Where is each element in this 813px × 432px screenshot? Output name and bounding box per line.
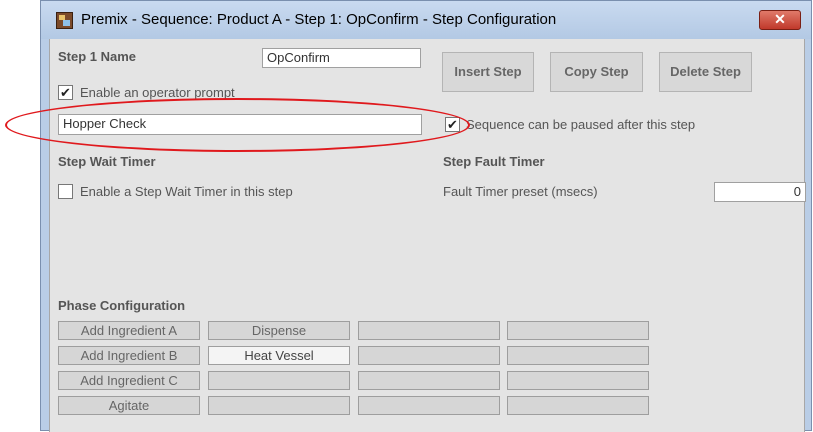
phase-cell[interactable]	[358, 321, 500, 340]
checkmark-icon: ✔	[60, 85, 71, 100]
phase-cell-selected[interactable]: Heat Vessel	[208, 346, 350, 365]
phase-cell[interactable]	[358, 371, 500, 390]
phase-configuration-heading: Phase Configuration	[58, 298, 186, 313]
delete-step-button[interactable]: Delete Step	[659, 52, 752, 92]
checkmark-icon: ✔	[447, 117, 458, 132]
operator-prompt-field[interactable]: Hopper Check	[58, 114, 422, 135]
sequence-pause-label: Sequence can be paused after this step	[466, 117, 696, 132]
fault-timer-preset-field[interactable]: 0	[714, 182, 806, 202]
enable-operator-prompt-checkbox[interactable]: ✔	[58, 85, 73, 100]
dialog-body: Step 1 Name OpConfirm ✔ Enable an operat…	[49, 39, 806, 432]
window-title: Premix - Sequence: Product A - Step 1: O…	[81, 11, 557, 28]
enable-operator-prompt-label: Enable an operator prompt	[80, 85, 235, 100]
enable-step-wait-timer-label: Enable a Step Wait Timer in this step	[80, 184, 293, 199]
phase-cell[interactable]: Agitate	[58, 396, 200, 415]
step-wait-timer-heading: Step Wait Timer	[58, 154, 156, 169]
enable-step-wait-timer-checkbox[interactable]	[58, 184, 73, 199]
phase-cell[interactable]: Add Ingredient A	[58, 321, 200, 340]
phase-cell[interactable]: Dispense	[208, 321, 350, 340]
phase-cell[interactable]	[208, 371, 350, 390]
fault-timer-preset-label: Fault Timer preset (msecs)	[443, 184, 598, 199]
phase-cell[interactable]	[208, 396, 350, 415]
phase-cell[interactable]	[358, 396, 500, 415]
step-name-field[interactable]: OpConfirm	[262, 48, 421, 68]
phase-cell[interactable]	[507, 346, 649, 365]
step-fault-timer-heading: Step Fault Timer	[443, 154, 545, 169]
insert-step-button[interactable]: Insert Step	[442, 52, 534, 92]
step-configuration-window: Premix - Sequence: Product A - Step 1: O…	[40, 0, 812, 432]
phase-cell[interactable]	[507, 371, 649, 390]
app-icon	[56, 12, 73, 29]
copy-step-button[interactable]: Copy Step	[550, 52, 643, 92]
phase-cell[interactable]	[358, 346, 500, 365]
phase-cell[interactable]	[507, 396, 649, 415]
sequence-pause-checkbox[interactable]: ✔	[445, 117, 460, 132]
phase-cell[interactable]: Add Ingredient C	[58, 371, 200, 390]
step-name-label: Step 1 Name	[58, 49, 137, 64]
phase-cell[interactable]	[507, 321, 649, 340]
title-bar[interactable]: Premix - Sequence: Product A - Step 1: O…	[41, 1, 811, 39]
phase-cell[interactable]: Add Ingredient B	[58, 346, 200, 365]
close-button[interactable]: ✕	[759, 10, 801, 30]
